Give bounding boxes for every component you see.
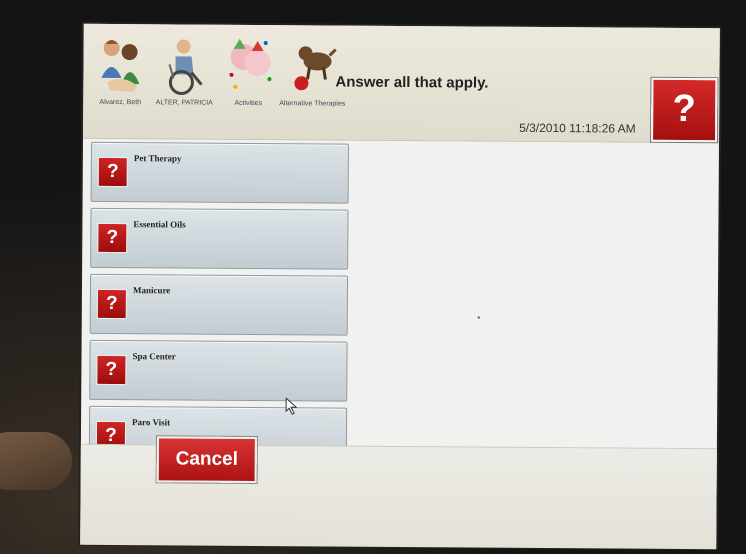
- touch-screen: Alvarez, Beth ALTER, PATRICIA Activities…: [80, 23, 720, 550]
- breadcrumb-label: Alternative Therapies: [279, 100, 346, 108]
- answer-label: Spa Center: [132, 351, 176, 362]
- residents-icon: [101, 39, 140, 93]
- resident-wheelchair-icon: [168, 39, 203, 95]
- breadcrumb-activities[interactable]: Activities: [213, 35, 284, 125]
- breadcrumb-residents[interactable]: Alvarez, Beth: [85, 34, 156, 124]
- help-icon[interactable]: ?: [97, 222, 128, 254]
- mouse-pointer-icon: [285, 397, 298, 415]
- cancel-button[interactable]: Cancel: [156, 436, 257, 484]
- answer-label: Pet Therapy: [133, 153, 182, 164]
- answer-option-essential-oils[interactable]: ? Essential Oils: [90, 207, 349, 270]
- therapy-dog-icon: [294, 46, 337, 91]
- header: Alvarez, Beth ALTER, PATRICIA Activities…: [83, 23, 720, 144]
- activities-icon: [229, 38, 272, 89]
- timestamp: 5/3/2010 11:18:26 AM: [519, 120, 636, 136]
- help-icon[interactable]: ?: [96, 354, 127, 386]
- answer-option-spa-center[interactable]: ? Spa Center: [89, 339, 348, 402]
- help-button[interactable]: ?: [651, 77, 718, 143]
- answer-label: Manicure: [132, 285, 171, 296]
- finger: [0, 432, 72, 490]
- help-icon[interactable]: ?: [97, 156, 128, 188]
- answer-option-pet-therapy[interactable]: ? Pet Therapy: [90, 141, 349, 204]
- answer-label: Essential Oils: [133, 219, 186, 230]
- help-icon[interactable]: ?: [96, 288, 127, 320]
- answer-label: Paro Visit: [132, 417, 171, 428]
- screen-speck: [477, 316, 480, 319]
- breadcrumb-resident[interactable]: ALTER, PATRICIA: [149, 34, 220, 124]
- answer-option-manicure[interactable]: ? Manicure: [89, 273, 349, 336]
- answer-list: ? Pet Therapy ? Essential Oils ? Manicur…: [88, 141, 351, 474]
- instruction-text: Answer all that apply.: [335, 73, 489, 92]
